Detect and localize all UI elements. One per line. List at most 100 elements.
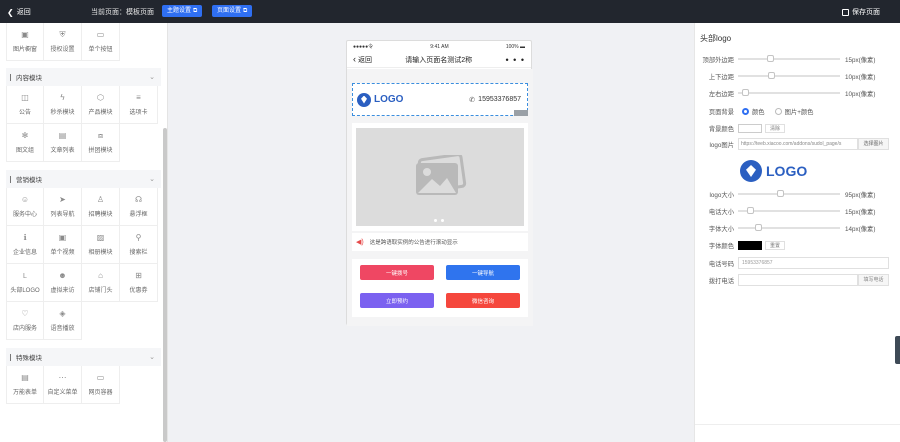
top-margin-slider[interactable] [738,55,840,62]
radio-label: 图片+颜色 [784,108,814,116]
module-item-album[interactable]: ▨ 相册模块 [82,226,120,264]
slider-handle[interactable] [777,190,784,197]
content-module-grid: ◫ 公告 ϟ 秒杀模块 ⬡ 产品模块 ≡ 选项卡 ✻ 图文组 ▤ 文章列表 ⧈ 拼团模块 [6,86,167,162]
vertical-margin-row: 上下边距 10px(像素) [695,70,900,82]
module-item-product[interactable]: ⬡ 产品模块 [82,86,120,124]
phone-back-button[interactable]: ‹ 返回 [353,54,372,65]
module-item-shop-front[interactable]: ⌂ 店铺门头 [82,264,120,302]
logo-size-slider[interactable] [738,190,840,197]
module-item-image-text[interactable]: ✻ 图文组 [6,124,44,162]
notice-bar[interactable]: ◀) 这是跨语取实例的公告进行滚动显示 [352,233,528,251]
search-icon: ⚲ [135,233,142,242]
banner-pager [434,219,444,222]
module-panel-scrollbar[interactable] [163,128,167,442]
module-label: 单个视频 [50,250,75,256]
field-value: 15px(像素) [845,56,876,64]
module-item-notice[interactable]: ◫ 公告 [6,86,44,124]
module-item-header-logo[interactable]: L 头部LOGO [6,264,44,302]
call-input[interactable] [738,274,858,286]
logo-url-input[interactable]: https://teeb.xiacoo.com/addons/sudol_pag… [738,138,858,150]
page-settings-button[interactable]: 页面设置 ⧉ [212,5,253,17]
vertical-margin-slider[interactable] [738,72,840,79]
slider-handle[interactable] [755,224,762,231]
module-item-store-service[interactable]: ♡ 店内服务 [6,302,44,340]
top-margin-row: 顶部外边距 15px(像素) [695,53,900,65]
divider [695,424,900,425]
module-item-virtual-visit[interactable]: ☻ 虚拟来访 [44,264,82,302]
bg-color-radio[interactable]: 颜色 [742,107,765,116]
phone-number-input[interactable]: 15953376857 [738,257,889,269]
clear-color-button[interactable]: 清除 [765,123,786,133]
banner-image-placeholder [356,128,524,226]
field-value: 10px(像素) [845,73,876,81]
module-item-custom-menu[interactable]: ⋯ 自定义菜单 [44,366,82,404]
special-module-grid: ▤ 万能表单 ⋯ 自定义菜单 ▭ 网页容器 [6,366,167,404]
module-item-web-container[interactable]: ▭ 网页容器 [82,366,120,404]
fill-phone-button[interactable]: 填写电话 [858,274,889,286]
phone-nav-bar: ‹ 返回 请输入页面名测试2称 • • • [347,52,531,68]
module-item-authorization[interactable]: ⛨ 授权设置 [44,23,82,61]
form-icon: ▤ [21,373,29,382]
settings-title: 头部logo [700,34,732,43]
header-phone-number: 15953376857 [478,96,521,103]
module-item-audio[interactable]: ◈ 语音播放 [44,302,82,340]
slider-handle[interactable] [768,72,775,79]
more-icon[interactable]: • • • [506,55,525,65]
chevron-down-icon: ⌄ [149,74,155,81]
section-header-marketing[interactable]: 营销模块 ⌄ [6,170,161,188]
theme-settings-button[interactable]: 主题设置 ⧉ [162,5,203,17]
module-item-single-button[interactable]: ▭ 单个按钮 [82,23,120,61]
module-item-group-buy[interactable]: ⧈ 拼团模块 [82,124,120,162]
module-label: 单个按钮 [88,47,113,53]
module-item-universal-form[interactable]: ▤ 万能表单 [6,366,44,404]
section-header-special[interactable]: 特殊模块 ⌄ [6,348,161,366]
save-page-button[interactable]: 保存页面 [842,7,880,17]
selected-block-tag [514,110,528,116]
call-button[interactable]: 一键拨号 [360,265,434,280]
module-item-flash-sale[interactable]: ϟ 秒杀模块 [44,86,82,124]
module-item-company-info[interactable]: ℹ 企业信息 [6,226,44,264]
bg-color-row: 背景颜色 清除 [695,122,900,134]
module-item-recruit[interactable]: ♙ 招聘模块 [82,188,120,226]
slider-handle[interactable] [747,207,754,214]
module-item-float-box[interactable]: ☊ 悬浮框 [120,188,158,226]
module-item-tabs[interactable]: ≡ 选项卡 [120,86,158,124]
header-logo-block[interactable]: LOGO ✆ 15953376857 [352,83,528,116]
slider-handle[interactable] [767,55,774,62]
module-item-list-navigation[interactable]: ➤ 列表导航 [44,188,82,226]
bg-color-picker[interactable] [738,123,762,133]
slider-handle[interactable] [742,89,749,96]
logo-mark-icon [740,160,762,182]
reserve-button[interactable]: 立即预约 [360,293,434,308]
side-toggle-tab[interactable] [895,336,900,364]
module-item-service-center[interactable]: ☺ 服务中心 [6,188,44,226]
module-label: 搜索栏 [129,250,148,256]
font-size-slider[interactable] [738,224,840,231]
field-value: 10px(像素) [845,90,876,98]
marketing-module-grid: ☺ 服务中心 ➤ 列表导航 ♙ 招聘模块 ☊ 悬浮框 ℹ 企业信息 ▣ 单个视频 ▨ 相册模块… [6,188,167,340]
phone-size-slider[interactable] [738,207,840,214]
horizontal-margin-slider[interactable] [738,89,840,96]
battery-icon: ▬ [520,43,525,50]
module-item-article-list[interactable]: ▤ 文章列表 [44,124,82,162]
recruit-icon: ♙ [96,195,105,204]
reset-color-button[interactable]: 重置 [765,240,786,250]
wechat-consult-button[interactable]: 微信咨询 [446,293,520,308]
banner-slider[interactable] [352,123,528,231]
module-item-coupon[interactable]: ⊞ 优惠券 [120,264,158,302]
module-item-single-video[interactable]: ▣ 单个视频 [44,226,82,264]
bg-image-color-radio[interactable]: 图片+颜色 [774,107,814,116]
font-color-picker[interactable] [738,240,762,250]
navigate-button[interactable]: 一键导航 [446,265,520,280]
back-button[interactable]: ❮ 返回 [7,7,31,17]
tabs-icon: ≡ [136,93,141,102]
store-service-icon: ♡ [21,309,29,318]
module-item-image-window[interactable]: ▣ 图片橱窗 [6,23,44,61]
status-carrier: ●●●●●令 [353,44,374,50]
pick-image-button[interactable]: 选择图片 [858,138,889,150]
module-item-search-bar[interactable]: ⚲ 搜索栏 [120,226,158,264]
field-value: 15px(像素) [845,208,876,216]
section-header-content[interactable]: 内容模块 ⌄ [6,68,161,86]
chevron-down-icon: ⌄ [149,354,155,361]
section-title: 特殊模块 [10,352,42,362]
